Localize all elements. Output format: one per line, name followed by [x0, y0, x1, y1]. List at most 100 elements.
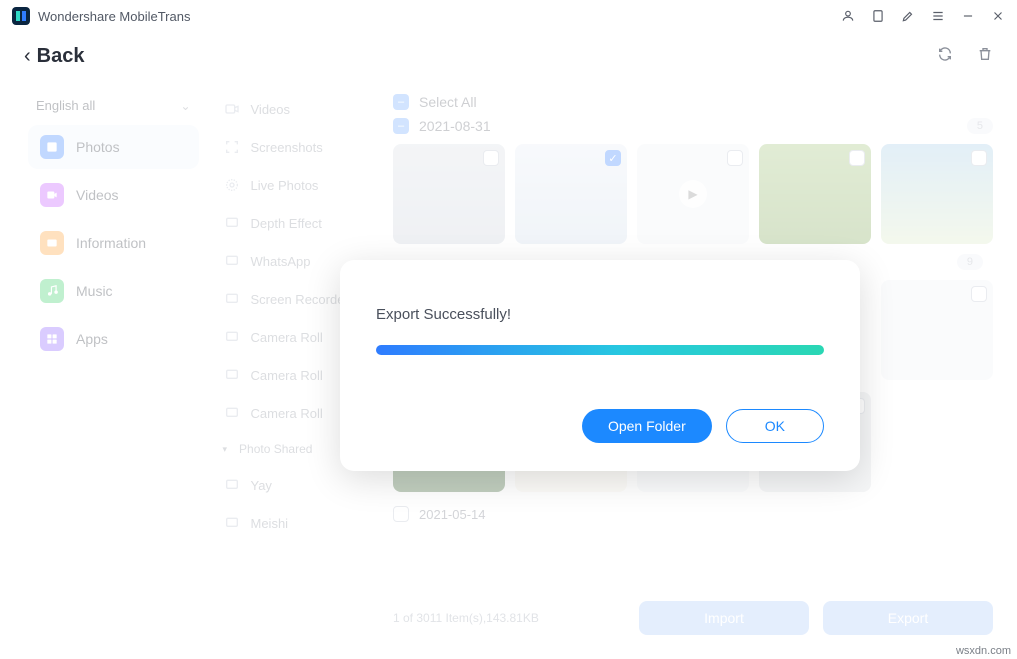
select-all-checkbox[interactable]: –: [393, 94, 409, 110]
album-label: Screenshots: [251, 140, 323, 155]
import-button[interactable]: Import: [639, 601, 809, 635]
toolbar: [937, 46, 993, 67]
thumbnail-checkbox[interactable]: [971, 286, 987, 302]
user-icon[interactable]: [841, 9, 855, 23]
chevron-down-icon: ⌄: [180, 99, 190, 113]
depth-icon: [223, 214, 241, 232]
sidebar-item-information[interactable]: Information: [28, 221, 199, 265]
photo-thumbnail[interactable]: ▶: [637, 144, 749, 244]
photo-thumbnail[interactable]: ✓: [515, 144, 627, 244]
export-success-modal: Export Successfully! Open Folder OK: [340, 260, 860, 471]
ok-label: OK: [765, 418, 785, 434]
video-icon: [223, 100, 241, 118]
folder-icon: [223, 514, 241, 532]
folder-icon: [223, 476, 241, 494]
select-all-label: Select All: [419, 94, 999, 110]
language-label: English all: [36, 98, 95, 113]
bottom-bar: 1 of 3011 Item(s),143.81KB Import Export: [393, 601, 993, 635]
status-text: 1 of 3011 Item(s),143.81KB: [393, 611, 625, 625]
progress-bar: [376, 345, 824, 355]
date-group-header: – 2021-08-31 5: [387, 114, 999, 138]
group-date: 2021-08-31: [419, 118, 957, 134]
open-folder-label: Open Folder: [608, 418, 686, 434]
sidebar-item-label: Information: [76, 235, 146, 251]
thumbnail-checkbox[interactable]: ✓: [605, 150, 621, 166]
back-bar: ‹ Back: [0, 32, 1017, 80]
thumbnail-checkbox[interactable]: [727, 150, 743, 166]
back-label: Back: [37, 45, 85, 68]
date-group-header: 2021-05-14: [387, 498, 999, 526]
whatsapp-icon: [223, 252, 241, 270]
language-selector[interactable]: English all ⌄: [24, 90, 203, 121]
photo-thumbnail[interactable]: [881, 144, 993, 244]
sidebar-item-apps[interactable]: Apps: [28, 317, 199, 361]
sidebar-item-label: Music: [76, 283, 113, 299]
trash-icon[interactable]: [977, 46, 993, 67]
sidebar-item-photos[interactable]: Photos: [28, 125, 199, 169]
album-item-deptheffect[interactable]: Depth Effect: [209, 204, 388, 242]
album-label: Depth Effect: [251, 216, 322, 231]
triangle-down-icon: ▾: [223, 444, 228, 455]
info-icon: [40, 231, 64, 255]
group-checkbox[interactable]: –: [393, 118, 409, 134]
export-button[interactable]: Export: [823, 601, 993, 635]
chevron-left-icon: ‹: [24, 45, 31, 68]
album-section-label: Photo Shared: [239, 442, 312, 456]
modal-buttons: Open Folder OK: [376, 409, 824, 443]
refresh-icon[interactable]: [937, 46, 953, 67]
watermark: wsxdn.com: [956, 645, 1011, 657]
folder-icon: [223, 328, 241, 346]
play-icon: ▶: [679, 180, 707, 208]
album-label: Camera Roll: [251, 406, 323, 421]
window-controls: [841, 9, 1005, 23]
folder-icon: [223, 366, 241, 384]
sidebar-item-music[interactable]: Music: [28, 269, 199, 313]
thumbnail-checkbox[interactable]: [483, 150, 499, 166]
sidebar-item-label: Videos: [76, 187, 119, 203]
album-label: WhatsApp: [251, 254, 311, 269]
music-icon: [40, 279, 64, 303]
album-label: Meishi: [251, 516, 289, 531]
group-checkbox[interactable]: [393, 506, 409, 522]
back-button[interactable]: ‹ Back: [24, 45, 84, 68]
album-label: Yay: [251, 478, 272, 493]
photo-thumbnail[interactable]: [393, 144, 505, 244]
recorder-icon: [223, 290, 241, 308]
edit-icon[interactable]: [901, 9, 915, 23]
sidebar-item-videos[interactable]: Videos: [28, 173, 199, 217]
app-title: Wondershare MobileTrans: [38, 9, 841, 24]
close-icon[interactable]: [991, 9, 1005, 23]
videos-icon: [40, 183, 64, 207]
thumbnail-row: ✓ ▶: [387, 138, 999, 250]
select-all-row: – Select All: [387, 90, 999, 114]
minimize-icon[interactable]: [961, 9, 975, 23]
export-label: Export: [888, 610, 928, 626]
photo-thumbnail[interactable]: [759, 144, 871, 244]
album-label: Camera Roll: [251, 368, 323, 383]
album-label: Videos: [251, 102, 291, 117]
group-count: 5: [967, 118, 993, 134]
album-item-livephotos[interactable]: Live Photos: [209, 166, 388, 204]
category-sidebar: English all ⌄ Photos Videos Information …: [18, 80, 209, 641]
modal-message: Export Successfully!: [376, 306, 824, 323]
titlebar: Wondershare MobileTrans: [0, 0, 1017, 32]
thumbnail-checkbox[interactable]: [971, 150, 987, 166]
thumbnail-checkbox[interactable]: [849, 150, 865, 166]
album-label: Camera Roll: [251, 330, 323, 345]
sidebar-item-label: Photos: [76, 139, 120, 155]
menu-icon[interactable]: [931, 9, 945, 23]
album-item-screenshots[interactable]: Screenshots: [209, 128, 388, 166]
album-label: Live Photos: [251, 178, 319, 193]
screenshot-icon: [223, 138, 241, 156]
album-label: Screen Recorder: [251, 292, 349, 307]
device-icon[interactable]: [871, 9, 885, 23]
album-item-shared[interactable]: Yay: [209, 466, 388, 504]
open-folder-button[interactable]: Open Folder: [582, 409, 712, 443]
livephoto-icon: [223, 176, 241, 194]
album-item-shared[interactable]: Meishi: [209, 504, 388, 542]
album-item-videos[interactable]: Videos: [209, 90, 388, 128]
import-label: Import: [704, 610, 744, 626]
photo-thumbnail[interactable]: [881, 280, 993, 380]
ok-button[interactable]: OK: [726, 409, 824, 443]
group-count: 9: [957, 254, 983, 270]
